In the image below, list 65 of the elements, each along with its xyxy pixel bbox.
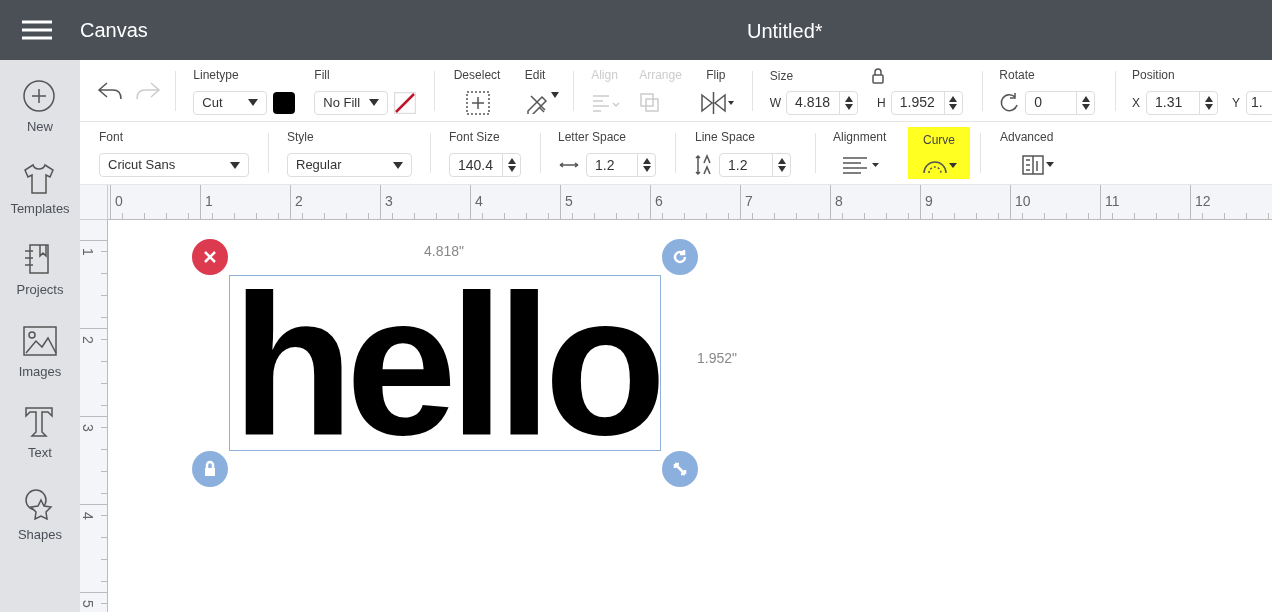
field-label: Curve xyxy=(923,132,955,149)
height-field[interactable]: 1.952 xyxy=(890,90,963,115)
plus-icon xyxy=(23,80,57,112)
rotate-handle[interactable] xyxy=(662,239,698,275)
letter-space-field[interactable]: 1.2 xyxy=(586,153,656,177)
sidebar-item[interactable]: New xyxy=(23,80,57,137)
sidebar-item[interactable]: Templates xyxy=(10,161,70,218)
linetype-dropdown[interactable]: Cut xyxy=(193,90,268,115)
delete-handle[interactable] xyxy=(192,239,228,275)
sidebar-item[interactable]: Text xyxy=(23,406,57,463)
app-title: Canvas xyxy=(80,18,148,43)
color-swatch[interactable] xyxy=(273,91,296,114)
field-label: Linetype xyxy=(193,66,240,84)
width-field[interactable]: 4.818 xyxy=(786,90,859,115)
undo-icon[interactable] xyxy=(97,80,123,101)
x-position-field[interactable]: 1.31 xyxy=(1146,90,1218,115)
field-label: Y xyxy=(1232,94,1241,112)
field-label: Rotate xyxy=(999,66,1036,84)
field-label: W xyxy=(769,94,782,112)
resize-handle[interactable] xyxy=(662,451,698,487)
field-label: Position xyxy=(1132,66,1176,84)
field-label: Edit xyxy=(524,66,547,84)
y-position-field[interactable]: 1. xyxy=(1246,90,1272,115)
field-label: Line Space xyxy=(695,129,757,146)
field-label: X xyxy=(1132,94,1140,112)
dimension-label: 1.952" xyxy=(697,349,737,368)
field-label: Size xyxy=(769,67,794,85)
field-label: Style xyxy=(287,129,315,146)
line-spacing-icon xyxy=(695,154,713,176)
lock-icon[interactable] xyxy=(871,67,886,84)
field-label: Fill xyxy=(314,66,331,84)
line-space-field[interactable]: 1.2 xyxy=(719,153,791,177)
document-title: Untitled* xyxy=(747,19,823,44)
no-fill-swatch-icon[interactable] xyxy=(394,91,417,114)
t-shirt-icon xyxy=(23,161,57,194)
fill-dropdown[interactable]: No Fill xyxy=(314,90,389,115)
image-icon xyxy=(23,324,57,357)
dimension-label: 4.818" xyxy=(424,242,464,261)
horizontal-ruler: 0 1 2 3 4 5 6 7 8 9 10 11 12 xyxy=(108,185,1272,220)
lock-handle[interactable] xyxy=(192,451,228,487)
sidebar-item[interactable]: Images xyxy=(18,324,62,381)
field-label: Flip xyxy=(706,66,727,84)
style-dropdown[interactable]: Regular xyxy=(287,153,412,177)
field-label: Alignment xyxy=(833,129,888,146)
font-dropdown[interactable]: Cricut Sans xyxy=(99,153,249,177)
menu-icon[interactable] xyxy=(22,20,52,40)
letter-spacing-icon xyxy=(558,161,580,169)
font-size-field[interactable]: 140.4 xyxy=(449,153,521,177)
field-label: Advanced xyxy=(1000,129,1055,146)
rotate-icon[interactable] xyxy=(999,92,1020,113)
field-label: Font Size xyxy=(449,129,501,146)
ruler-corner xyxy=(80,185,108,220)
field-label: Font xyxy=(99,129,124,146)
field-label: H xyxy=(877,94,886,112)
flip-icon[interactable] xyxy=(700,91,735,114)
sidebar-item[interactable]: Shapes xyxy=(17,487,63,544)
pencil-ruler-icon[interactable] xyxy=(524,91,559,114)
sidebar-item[interactable]: Projects xyxy=(16,243,64,300)
deselect-icon[interactable] xyxy=(465,90,490,115)
align-left-icon[interactable] xyxy=(841,155,881,175)
field-label: Deselect xyxy=(453,66,502,84)
rotate-field[interactable]: 0 xyxy=(1025,90,1096,115)
advanced-icon[interactable] xyxy=(1022,155,1056,175)
vertical-ruler: 1 2 3 4 5 xyxy=(80,220,108,612)
field-label: Letter Space xyxy=(558,129,628,146)
